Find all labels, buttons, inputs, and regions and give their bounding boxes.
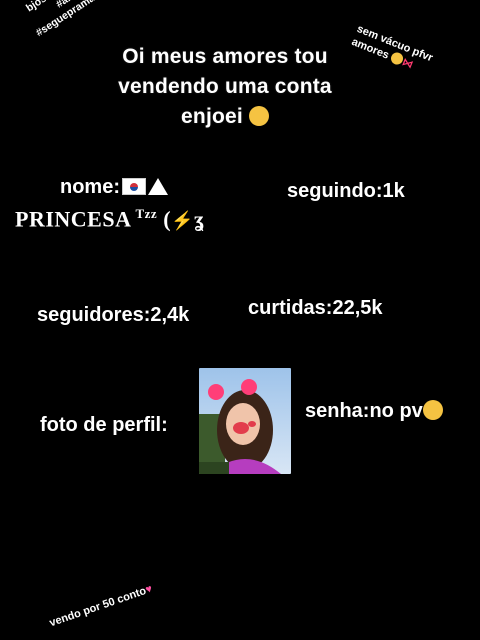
foto-label: foto de perfil: <box>40 414 168 436</box>
seguindo-stat: seguindo:1k <box>287 180 405 202</box>
username-suffix: Tzz <box>135 206 158 221</box>
nome-label: nome: <box>60 176 120 198</box>
profile-photo <box>199 368 291 474</box>
bottom-note-text: vendo por 50 conto <box>48 584 148 630</box>
title-line-3: enjoei <box>181 105 243 128</box>
senha-row: senha:no pv <box>305 400 443 423</box>
top-right-note: sem vácuo pfvr amores ⋈ <box>350 22 462 89</box>
korean-flag-icon <box>122 178 146 195</box>
paren-open: ( <box>163 206 172 232</box>
lightning-icon: ⚡ <box>171 210 194 231</box>
curtidas-stat: curtidas:22,5k <box>248 297 383 319</box>
triangle-icon <box>148 178 168 195</box>
profile-photo-image <box>199 368 291 474</box>
shushing-face-icon <box>422 400 443 420</box>
nome-row: nome: <box>60 176 168 199</box>
bottom-note: vendo por 50 conto♥ <box>48 572 184 630</box>
seguidores-stat: seguidores:2,4k <box>37 304 190 326</box>
senha-label: senha:no pv <box>305 400 423 422</box>
title-line-2: vendendo uma conta <box>118 75 332 98</box>
unamused-face-icon <box>248 106 269 126</box>
username-text: PRINCESA <box>15 206 132 232</box>
title-line-1: Oi meus amores tou <box>122 45 328 68</box>
page-title: Oi meus amores tou vendendo uma conta en… <box>100 42 350 132</box>
username: PRINCESA Tzz (⚡ʓ <box>15 206 205 232</box>
paren-close: ʓ <box>193 206 205 232</box>
